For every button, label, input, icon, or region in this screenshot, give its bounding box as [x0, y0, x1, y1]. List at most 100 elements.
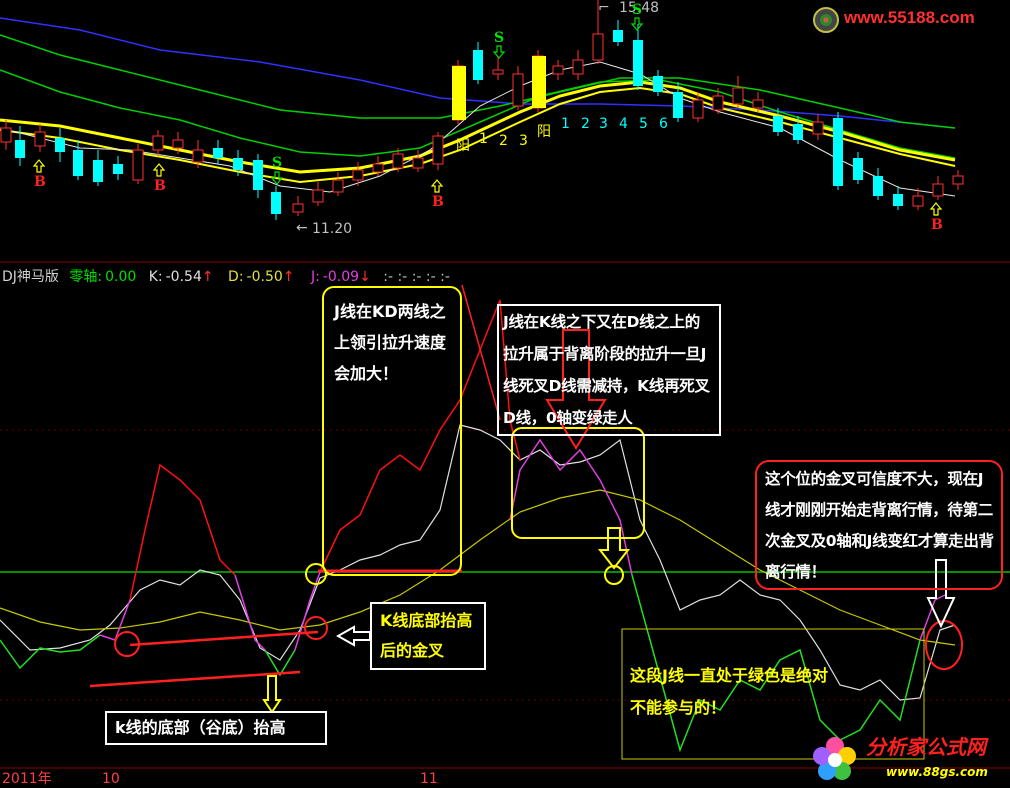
candle-body-3 — [55, 138, 65, 152]
candle-body-1 — [15, 140, 25, 158]
candle-body-44 — [873, 176, 883, 196]
j-line-seg-4 — [234, 574, 266, 651]
annotation-k-cross: K线底部抬高后的金叉 — [370, 602, 486, 670]
j-down-arrow-icon: ↓ — [359, 269, 371, 285]
candle-body-18 — [352, 169, 364, 181]
d-up-arrow-icon: ↑ — [282, 269, 295, 285]
candle-body-35 — [692, 99, 704, 119]
candle-body-7 — [132, 149, 144, 181]
candle-body-48 — [952, 175, 964, 185]
buy-signal-3: B — [432, 194, 444, 210]
candle-body-20 — [392, 153, 404, 169]
zero-axis-label: 零轴: — [69, 269, 103, 285]
cross-circle-2 — [304, 616, 328, 640]
candle-body-33 — [653, 76, 663, 92]
j-label: J: — [310, 269, 320, 285]
white-left-arrow-icon — [335, 625, 371, 647]
wave-yang-count-1: 1 — [561, 116, 570, 132]
candle-body-22 — [432, 135, 444, 165]
candle-body-45 — [893, 194, 903, 206]
k-value: -0.54 — [165, 269, 202, 285]
candle-body-16 — [312, 189, 324, 203]
chart-root: www.55188.com 15.48 ⌐ ← 11.20 阳 1 2 3 阳 … — [0, 0, 1010, 788]
watermark-logo-icon — [813, 7, 839, 33]
sell-arrow-icon-2 — [492, 45, 506, 59]
candle-body-30 — [592, 33, 604, 61]
candle-body-34 — [673, 92, 683, 118]
sell-signal-3: S — [632, 2, 643, 18]
price-high-pointer: ⌐ — [598, 0, 610, 16]
candle-body-6 — [113, 164, 123, 174]
sell-arrow-icon-3 — [630, 17, 644, 31]
price-low-pointer: ← — [296, 220, 308, 236]
j-line-seg-8 — [509, 438, 633, 576]
candle-body-19 — [372, 163, 384, 173]
candle-body-4 — [73, 150, 83, 176]
wave-bar-1 — [452, 66, 466, 120]
candle-body-47 — [932, 183, 944, 197]
watermark-url: www.55188.com — [844, 8, 975, 27]
candle-body-8 — [152, 135, 164, 151]
annotation-green-zone: 这段J线一直处于绿色是绝对不能参与的！ — [630, 666, 828, 717]
candle-body-31 — [613, 30, 623, 42]
buy-arrow-icon-4 — [929, 202, 943, 216]
candle-body-0 — [0, 127, 12, 143]
zero-axis-value: 0.00 — [105, 269, 137, 285]
candle-body-11 — [213, 148, 223, 158]
callout-line — [461, 284, 501, 421]
candle-body-21 — [412, 157, 424, 169]
wave-yin-count-2: 2 — [499, 133, 508, 149]
buy-arrow-icon-1 — [32, 159, 46, 173]
candle-body-14 — [271, 192, 281, 214]
candle-body-10 — [192, 149, 204, 163]
buy-signal-2: B — [154, 178, 166, 194]
annotation-j-lead: J线在KD两线之上领引拉升速度会加大！ — [322, 286, 462, 576]
candle-body-28 — [552, 65, 564, 75]
indicator-name: DJ神马版 — [2, 269, 59, 285]
bottom-watermark: 分析家公式网 www.88gs.com — [810, 732, 1006, 784]
candle-body-13 — [253, 160, 263, 190]
wave-yang-count-4: 4 — [619, 116, 628, 132]
wave-yang-count-6: 6 — [659, 116, 668, 132]
candle-body-39 — [773, 116, 783, 132]
candle-body-38 — [752, 99, 764, 109]
annotation-k-bottom: k线的底部（谷底）抬高 — [105, 711, 327, 745]
d-label: D: — [228, 269, 244, 285]
candle-body-43 — [853, 158, 863, 180]
buy-arrow-icon-3 — [430, 179, 444, 193]
buy-signal-4: B — [931, 217, 943, 233]
candle-body-36 — [712, 95, 724, 111]
candle-body-46 — [912, 195, 924, 207]
candle-body-37 — [732, 87, 744, 105]
k-up-arrow-icon: ↑ — [201, 269, 214, 285]
wave-yang-count-3: 3 — [599, 116, 608, 132]
k-label: K: — [148, 269, 163, 285]
j-value: -0.09 — [322, 269, 360, 285]
top-watermark: www.55188.com — [812, 6, 1006, 34]
candle-body-32 — [633, 40, 643, 86]
indicator-header: DJ神马版 零轴: 0.00 K: -0.54↑ D: -0.50↑ J: -0.09↓… — [2, 266, 450, 285]
wave-yang-label: 阳 — [456, 138, 470, 154]
d-value: -0.50 — [246, 269, 283, 285]
buy-arrow-icon-2 — [152, 163, 166, 177]
candle-body-17 — [332, 179, 344, 193]
k-bottom-rising-line — [129, 630, 319, 647]
j-line-seg-1 — [0, 634, 101, 670]
candle-body-29 — [572, 59, 584, 75]
wave-bar-2 — [532, 56, 546, 108]
wave-yin-count-3: 3 — [519, 133, 528, 149]
wave-yang-count-2: 2 — [581, 116, 590, 132]
candle-body-5 — [93, 160, 103, 182]
candle-body-41 — [812, 121, 824, 135]
wave-yang-count-5: 5 — [639, 116, 648, 132]
sell-signal-2: S — [494, 30, 505, 46]
time-label-year: 2011年 — [2, 771, 52, 787]
time-label-nov: 11 — [420, 771, 438, 787]
header-trail: :- :- :- :- :- — [383, 269, 450, 285]
candle-body-40 — [793, 124, 803, 140]
price-low-label: 11.20 — [312, 221, 353, 237]
candle-body-15 — [292, 203, 304, 213]
annotation-divergence: J线在K线之下又在D线之上的拉升属于背离阶段的拉升一旦J线死叉D线需减持，K线再… — [497, 304, 721, 436]
candle-body-24 — [473, 50, 483, 80]
j-line-seg-3 — [129, 463, 236, 601]
